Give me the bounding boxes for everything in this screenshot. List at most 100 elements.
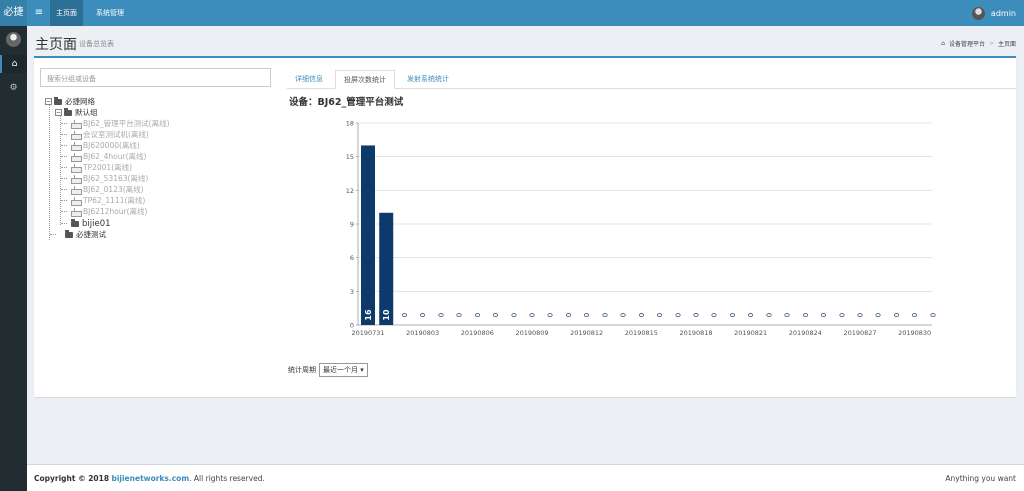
bar-data-label: 0 bbox=[401, 313, 409, 317]
x-tick-label: 20190824 bbox=[789, 329, 822, 337]
bar-data-label: 0 bbox=[838, 313, 846, 317]
y-tick-label: 15 bbox=[346, 153, 354, 161]
tab-details[interactable]: 详细信息 bbox=[287, 70, 331, 89]
sidebar-item-home[interactable]: ⌂ bbox=[0, 55, 27, 73]
collapse-icon[interactable]: − bbox=[45, 98, 52, 105]
tab-bar: 详细信息 投屏次数统计 发射系统统计 bbox=[287, 70, 1016, 89]
x-tick-label: 20190809 bbox=[515, 329, 548, 337]
tree-device[interactable]: TP62_1111(离线) bbox=[71, 195, 145, 206]
bar-data-label: 0 bbox=[601, 313, 609, 317]
breadcrumb-item-platform[interactable]: 设备管理平台 bbox=[949, 39, 985, 48]
tree-label: BJ62_53163(离线) bbox=[83, 173, 149, 183]
folder-open-icon bbox=[64, 107, 72, 116]
tree-device[interactable]: BJ6212hour(离线) bbox=[71, 206, 147, 217]
nav-system-management[interactable]: 系统管理 bbox=[90, 0, 130, 26]
copyright-prefix: Copyright © 2018 bbox=[34, 474, 110, 483]
tree-device[interactable]: BJ62_4hour(离线) bbox=[71, 151, 146, 162]
sidebar-item-settings[interactable]: ⚙ bbox=[0, 79, 27, 97]
tab-transmitter-stats[interactable]: 发射系统统计 bbox=[399, 70, 457, 89]
gear-icon: ⚙ bbox=[9, 83, 18, 93]
device-icon bbox=[71, 175, 82, 184]
bar-data-label: 0 bbox=[456, 313, 464, 317]
collapse-icon[interactable]: − bbox=[55, 109, 62, 116]
tree-label: 必捷测试 bbox=[76, 229, 106, 239]
footer-slogan: Anything you want bbox=[945, 474, 1016, 483]
tree-label: 默认组 bbox=[75, 107, 98, 117]
tree-node-root[interactable]: − 必捷网络 bbox=[45, 96, 95, 107]
cast-count-chart: 16 10 0 0 0 0 0 0 0 0 0 0 0 0 0 0 0 0 0 0 0 0 0 0 0 0 0 0 0 0 0 0 20190… bbox=[346, 120, 938, 338]
period-control: 统计周期 最近一个月 ▾ bbox=[288, 363, 368, 377]
logo[interactable]: 必捷 bbox=[0, 0, 27, 26]
bar-data-label: 0 bbox=[747, 313, 755, 317]
bar-data-label: 0 bbox=[474, 313, 482, 317]
bar-data-label: 0 bbox=[693, 313, 701, 317]
tree-node-group[interactable]: − 默认组 bbox=[55, 107, 98, 118]
user-menu[interactable]: admin bbox=[971, 0, 1016, 26]
y-tick-label: 6 bbox=[350, 254, 354, 262]
x-tick-label: 20190731 bbox=[351, 329, 384, 337]
sidebar-avatar bbox=[6, 32, 21, 47]
page-title: 主页面 bbox=[35, 37, 77, 53]
x-tick-label: 20190803 bbox=[406, 329, 439, 337]
x-tick-label: 20190818 bbox=[679, 329, 712, 337]
tab-cast-count-stats[interactable]: 投屏次数统计 bbox=[335, 70, 395, 89]
period-label: 统计周期 bbox=[288, 366, 316, 374]
tree-device[interactable]: BJ620000(离线) bbox=[71, 140, 140, 151]
tree-label: 必捷网络 bbox=[65, 96, 95, 106]
bar-data-label: 0 bbox=[583, 313, 591, 317]
chart-bars: 16 10 0 0 0 0 0 0 0 0 0 0 0 0 0 0 0 0 0 0 0 0 0 0 0 0 0 0 0 0 0 0 bbox=[361, 145, 937, 325]
bar-data-label: 0 bbox=[620, 313, 628, 317]
x-tick-label: 20190821 bbox=[734, 329, 767, 337]
tree-label: TP62_1111(离线) bbox=[83, 195, 146, 205]
tree-device[interactable]: BJ62_0123(离线) bbox=[71, 184, 144, 195]
bar-data-label: 0 bbox=[893, 313, 901, 317]
bar-data-label: 10 bbox=[382, 309, 391, 321]
tree-label: bijie01 bbox=[82, 218, 111, 229]
chart-grid bbox=[358, 122, 932, 292]
bar-data-label: 0 bbox=[529, 313, 537, 317]
tree-label: BJ6212hour(离线) bbox=[83, 206, 148, 216]
home-icon: ⌂ bbox=[11, 59, 18, 69]
device-icon bbox=[71, 164, 82, 173]
copyright-suffix: . All rights reserved. bbox=[189, 474, 265, 483]
bar-data-label: 0 bbox=[765, 313, 773, 317]
bar-data-label: 0 bbox=[802, 313, 810, 317]
tree-node-group2[interactable]: 必捷测试 bbox=[65, 229, 106, 240]
breadcrumb-item-home: 主页面 bbox=[997, 41, 1016, 48]
tree-node-subfolder[interactable]: bijie01 bbox=[71, 218, 111, 229]
bar-data-label: 0 bbox=[875, 313, 883, 317]
home-icon: ⌂ bbox=[941, 40, 945, 47]
period-select[interactable]: 最近一个月 ▾ bbox=[319, 363, 368, 377]
breadcrumb: ⌂ 设备管理平台 > 主页面 bbox=[941, 39, 1016, 48]
nav-home[interactable]: 主页面 bbox=[50, 0, 83, 26]
tree-label: TP2001(离线) bbox=[83, 162, 133, 172]
x-tick-label: 20190815 bbox=[625, 329, 658, 337]
company-link[interactable]: bijienetworks.com bbox=[111, 474, 189, 483]
tree-device[interactable]: BJ62_管理平台测试(离线) bbox=[71, 118, 170, 129]
chart-x-labels: 20190731 20190803 20190806 20190809 20190812… bbox=[351, 329, 931, 337]
bar-data-label: 0 bbox=[492, 313, 500, 317]
device-icon bbox=[71, 186, 82, 195]
page-subtitle: 设备总览表 bbox=[79, 40, 114, 48]
tree-label: 会议室测试机(离线) bbox=[83, 129, 149, 139]
device-icon bbox=[71, 142, 82, 151]
y-tick-label: 0 bbox=[350, 322, 354, 330]
bar-data-label: 0 bbox=[674, 313, 682, 317]
tree-device[interactable]: TP2001(离线) bbox=[71, 162, 132, 173]
tree-label: BJ62_管理平台测试(离线) bbox=[83, 118, 170, 128]
bar-data-label: 0 bbox=[929, 313, 937, 317]
bar-data-label: 0 bbox=[857, 313, 865, 317]
x-tick-label: 20190812 bbox=[570, 329, 603, 337]
bar-data-label: 0 bbox=[656, 313, 664, 317]
tree-device[interactable]: BJ62_53163(离线) bbox=[71, 173, 148, 184]
tree-device[interactable]: 会议室测试机(离线) bbox=[71, 129, 149, 140]
folder-icon bbox=[71, 218, 79, 227]
search-input[interactable]: 搜索分组或设备 bbox=[40, 68, 271, 87]
bars-icon[interactable]: ≡ bbox=[30, 0, 48, 26]
bar-data-label: 16 bbox=[364, 309, 373, 321]
breadcrumb-separator: > bbox=[988, 40, 994, 47]
bar-data-label: 0 bbox=[820, 313, 828, 317]
folder-open-icon bbox=[54, 96, 62, 105]
tree-label: BJ62_4hour(离线) bbox=[83, 151, 147, 161]
bar-data-label: 0 bbox=[565, 313, 573, 317]
